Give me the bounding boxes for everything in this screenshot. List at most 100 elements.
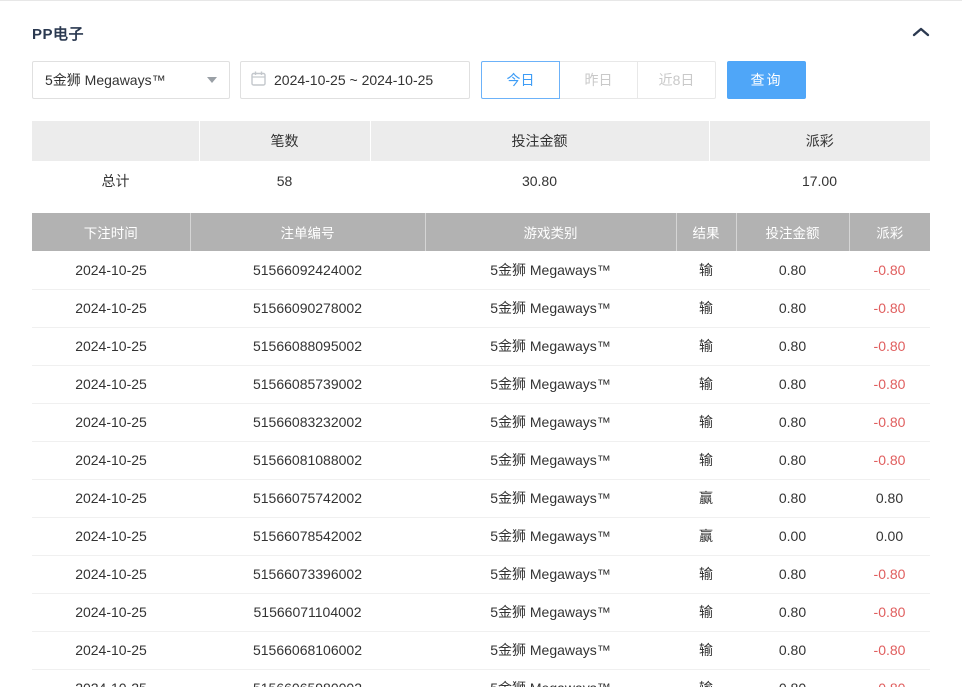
filter-bar: 5金狮 Megaways™ 2024-10-25 ~ 2024-10-25 今日… bbox=[32, 61, 930, 99]
payout-cell: -0.80 bbox=[849, 327, 930, 365]
table-row: 2024-10-25 51566081088002 5金狮 Megaways™ … bbox=[32, 441, 930, 479]
panel-header: PP电子 bbox=[32, 1, 930, 44]
bet-time-cell: 2024-10-25 bbox=[32, 517, 190, 555]
pp-electronic-panel: PP电子 5金狮 Megaways™ 2024-10-25 ~ 2024-10-… bbox=[0, 0, 962, 687]
chevron-down-icon bbox=[207, 77, 217, 83]
table-row: 2024-10-25 51566083232002 5金狮 Megaways™ … bbox=[32, 403, 930, 441]
bet-time-cell: 2024-10-25 bbox=[32, 479, 190, 517]
summary-header-payout: 派彩 bbox=[709, 121, 930, 161]
game-type-cell: 5金狮 Megaways™ bbox=[425, 593, 676, 631]
table-row: 2024-10-25 51566071104002 5金狮 Megaways™ … bbox=[32, 593, 930, 631]
payout-cell: -0.80 bbox=[849, 289, 930, 327]
table-row: 2024-10-25 51566085739002 5金狮 Megaways™ … bbox=[32, 365, 930, 403]
bet-id-cell: 51566081088002 bbox=[190, 441, 425, 479]
result-cell: 输 bbox=[676, 289, 736, 327]
summary-payout-value: 17.00 bbox=[709, 161, 930, 201]
bet-amount-cell: 0.80 bbox=[736, 327, 849, 365]
table-row: 2024-10-25 51566075742002 5金狮 Megaways™ … bbox=[32, 479, 930, 517]
summary-total-label: 总计 bbox=[32, 161, 199, 201]
game-type-cell: 5金狮 Megaways™ bbox=[425, 251, 676, 289]
bet-time-cell: 2024-10-25 bbox=[32, 669, 190, 687]
result-cell: 输 bbox=[676, 251, 736, 289]
game-select[interactable]: 5金狮 Megaways™ bbox=[32, 61, 230, 99]
result-cell: 输 bbox=[676, 669, 736, 687]
summary-header-blank bbox=[32, 121, 199, 161]
bet-amount-cell: 0.80 bbox=[736, 365, 849, 403]
payout-cell: 0.80 bbox=[849, 479, 930, 517]
table-row: 2024-10-25 51566065980002 5金狮 Megaways™ … bbox=[32, 669, 930, 687]
header-bet-id: 注单编号 bbox=[190, 213, 425, 251]
bet-amount-cell: 0.00 bbox=[736, 517, 849, 555]
payout-cell: -0.80 bbox=[849, 251, 930, 289]
bet-amount-cell: 0.80 bbox=[736, 555, 849, 593]
bet-time-cell: 2024-10-25 bbox=[32, 441, 190, 479]
summary-header-bet-amount: 投注金额 bbox=[370, 121, 709, 161]
payout-cell: -0.80 bbox=[849, 403, 930, 441]
bet-id-cell: 51566073396002 bbox=[190, 555, 425, 593]
yesterday-button[interactable]: 昨日 bbox=[559, 61, 638, 99]
quick-date-button-group: 今日 昨日 近8日 bbox=[481, 61, 716, 99]
header-game-type: 游戏类别 bbox=[425, 213, 676, 251]
payout-cell: -0.80 bbox=[849, 593, 930, 631]
bet-time-cell: 2024-10-25 bbox=[32, 251, 190, 289]
page-title: PP电子 bbox=[32, 23, 84, 44]
bet-id-cell: 51566085739002 bbox=[190, 365, 425, 403]
table-row: 2024-10-25 51566068106002 5金狮 Megaways™ … bbox=[32, 631, 930, 669]
result-cell: 输 bbox=[676, 365, 736, 403]
chevron-up-icon bbox=[912, 26, 930, 41]
bet-time-cell: 2024-10-25 bbox=[32, 403, 190, 441]
payout-cell: -0.80 bbox=[849, 441, 930, 479]
header-payout: 派彩 bbox=[849, 213, 930, 251]
bet-amount-cell: 0.80 bbox=[736, 251, 849, 289]
table-row: 2024-10-25 51566092424002 5金狮 Megaways™ … bbox=[32, 251, 930, 289]
table-row: 2024-10-25 51566088095002 5金狮 Megaways™ … bbox=[32, 327, 930, 365]
result-cell: 输 bbox=[676, 403, 736, 441]
bet-id-cell: 51566075742002 bbox=[190, 479, 425, 517]
table-row: 2024-10-25 51566090278002 5金狮 Megaways™ … bbox=[32, 289, 930, 327]
summary-count-value: 58 bbox=[199, 161, 370, 201]
payout-cell: -0.80 bbox=[849, 365, 930, 403]
result-cell: 输 bbox=[676, 327, 736, 365]
bet-table-header-row: 下注时间 注单编号 游戏类别 结果 投注金额 派彩 bbox=[32, 213, 930, 251]
payout-cell: 0.00 bbox=[849, 517, 930, 555]
summary-table: 笔数 投注金额 派彩 总计 58 30.80 17.00 bbox=[32, 121, 930, 201]
date-range-value: 2024-10-25 ~ 2024-10-25 bbox=[274, 72, 433, 88]
collapse-button[interactable] bbox=[912, 26, 930, 41]
bet-time-cell: 2024-10-25 bbox=[32, 631, 190, 669]
payout-cell: -0.80 bbox=[849, 669, 930, 687]
game-select-value: 5金狮 Megaways™ bbox=[45, 70, 166, 90]
bet-id-cell: 51566071104002 bbox=[190, 593, 425, 631]
game-type-cell: 5金狮 Megaways™ bbox=[425, 441, 676, 479]
bet-records-table: 下注时间 注单编号 游戏类别 结果 投注金额 派彩 2024-10-25 515… bbox=[32, 213, 930, 687]
bet-time-cell: 2024-10-25 bbox=[32, 555, 190, 593]
date-range-input[interactable]: 2024-10-25 ~ 2024-10-25 bbox=[240, 61, 470, 99]
bet-table-body: 2024-10-25 51566092424002 5金狮 Megaways™ … bbox=[32, 251, 930, 687]
bet-amount-cell: 0.80 bbox=[736, 289, 849, 327]
summary-total-row: 总计 58 30.80 17.00 bbox=[32, 161, 930, 201]
bet-id-cell: 51566088095002 bbox=[190, 327, 425, 365]
table-row: 2024-10-25 51566078542002 5金狮 Megaways™ … bbox=[32, 517, 930, 555]
bet-time-cell: 2024-10-25 bbox=[32, 365, 190, 403]
game-type-cell: 5金狮 Megaways™ bbox=[425, 479, 676, 517]
last-8-days-button[interactable]: 近8日 bbox=[637, 61, 716, 99]
header-bet-time: 下注时间 bbox=[32, 213, 190, 251]
bet-amount-cell: 0.80 bbox=[736, 403, 849, 441]
summary-header-count: 笔数 bbox=[199, 121, 370, 161]
payout-cell: -0.80 bbox=[849, 631, 930, 669]
today-button[interactable]: 今日 bbox=[481, 61, 560, 99]
game-type-cell: 5金狮 Megaways™ bbox=[425, 289, 676, 327]
bet-amount-cell: 0.80 bbox=[736, 479, 849, 517]
bet-amount-cell: 0.80 bbox=[736, 441, 849, 479]
bet-amount-cell: 0.80 bbox=[736, 593, 849, 631]
result-cell: 赢 bbox=[676, 479, 736, 517]
payout-cell: -0.80 bbox=[849, 555, 930, 593]
summary-bet-amount-value: 30.80 bbox=[370, 161, 709, 201]
game-type-cell: 5金狮 Megaways™ bbox=[425, 669, 676, 687]
bet-amount-cell: 0.80 bbox=[736, 669, 849, 687]
bet-time-cell: 2024-10-25 bbox=[32, 289, 190, 327]
header-result: 结果 bbox=[676, 213, 736, 251]
summary-header-row: 笔数 投注金额 派彩 bbox=[32, 121, 930, 161]
search-button[interactable]: 查询 bbox=[727, 61, 806, 99]
result-cell: 输 bbox=[676, 593, 736, 631]
game-type-cell: 5金狮 Megaways™ bbox=[425, 365, 676, 403]
